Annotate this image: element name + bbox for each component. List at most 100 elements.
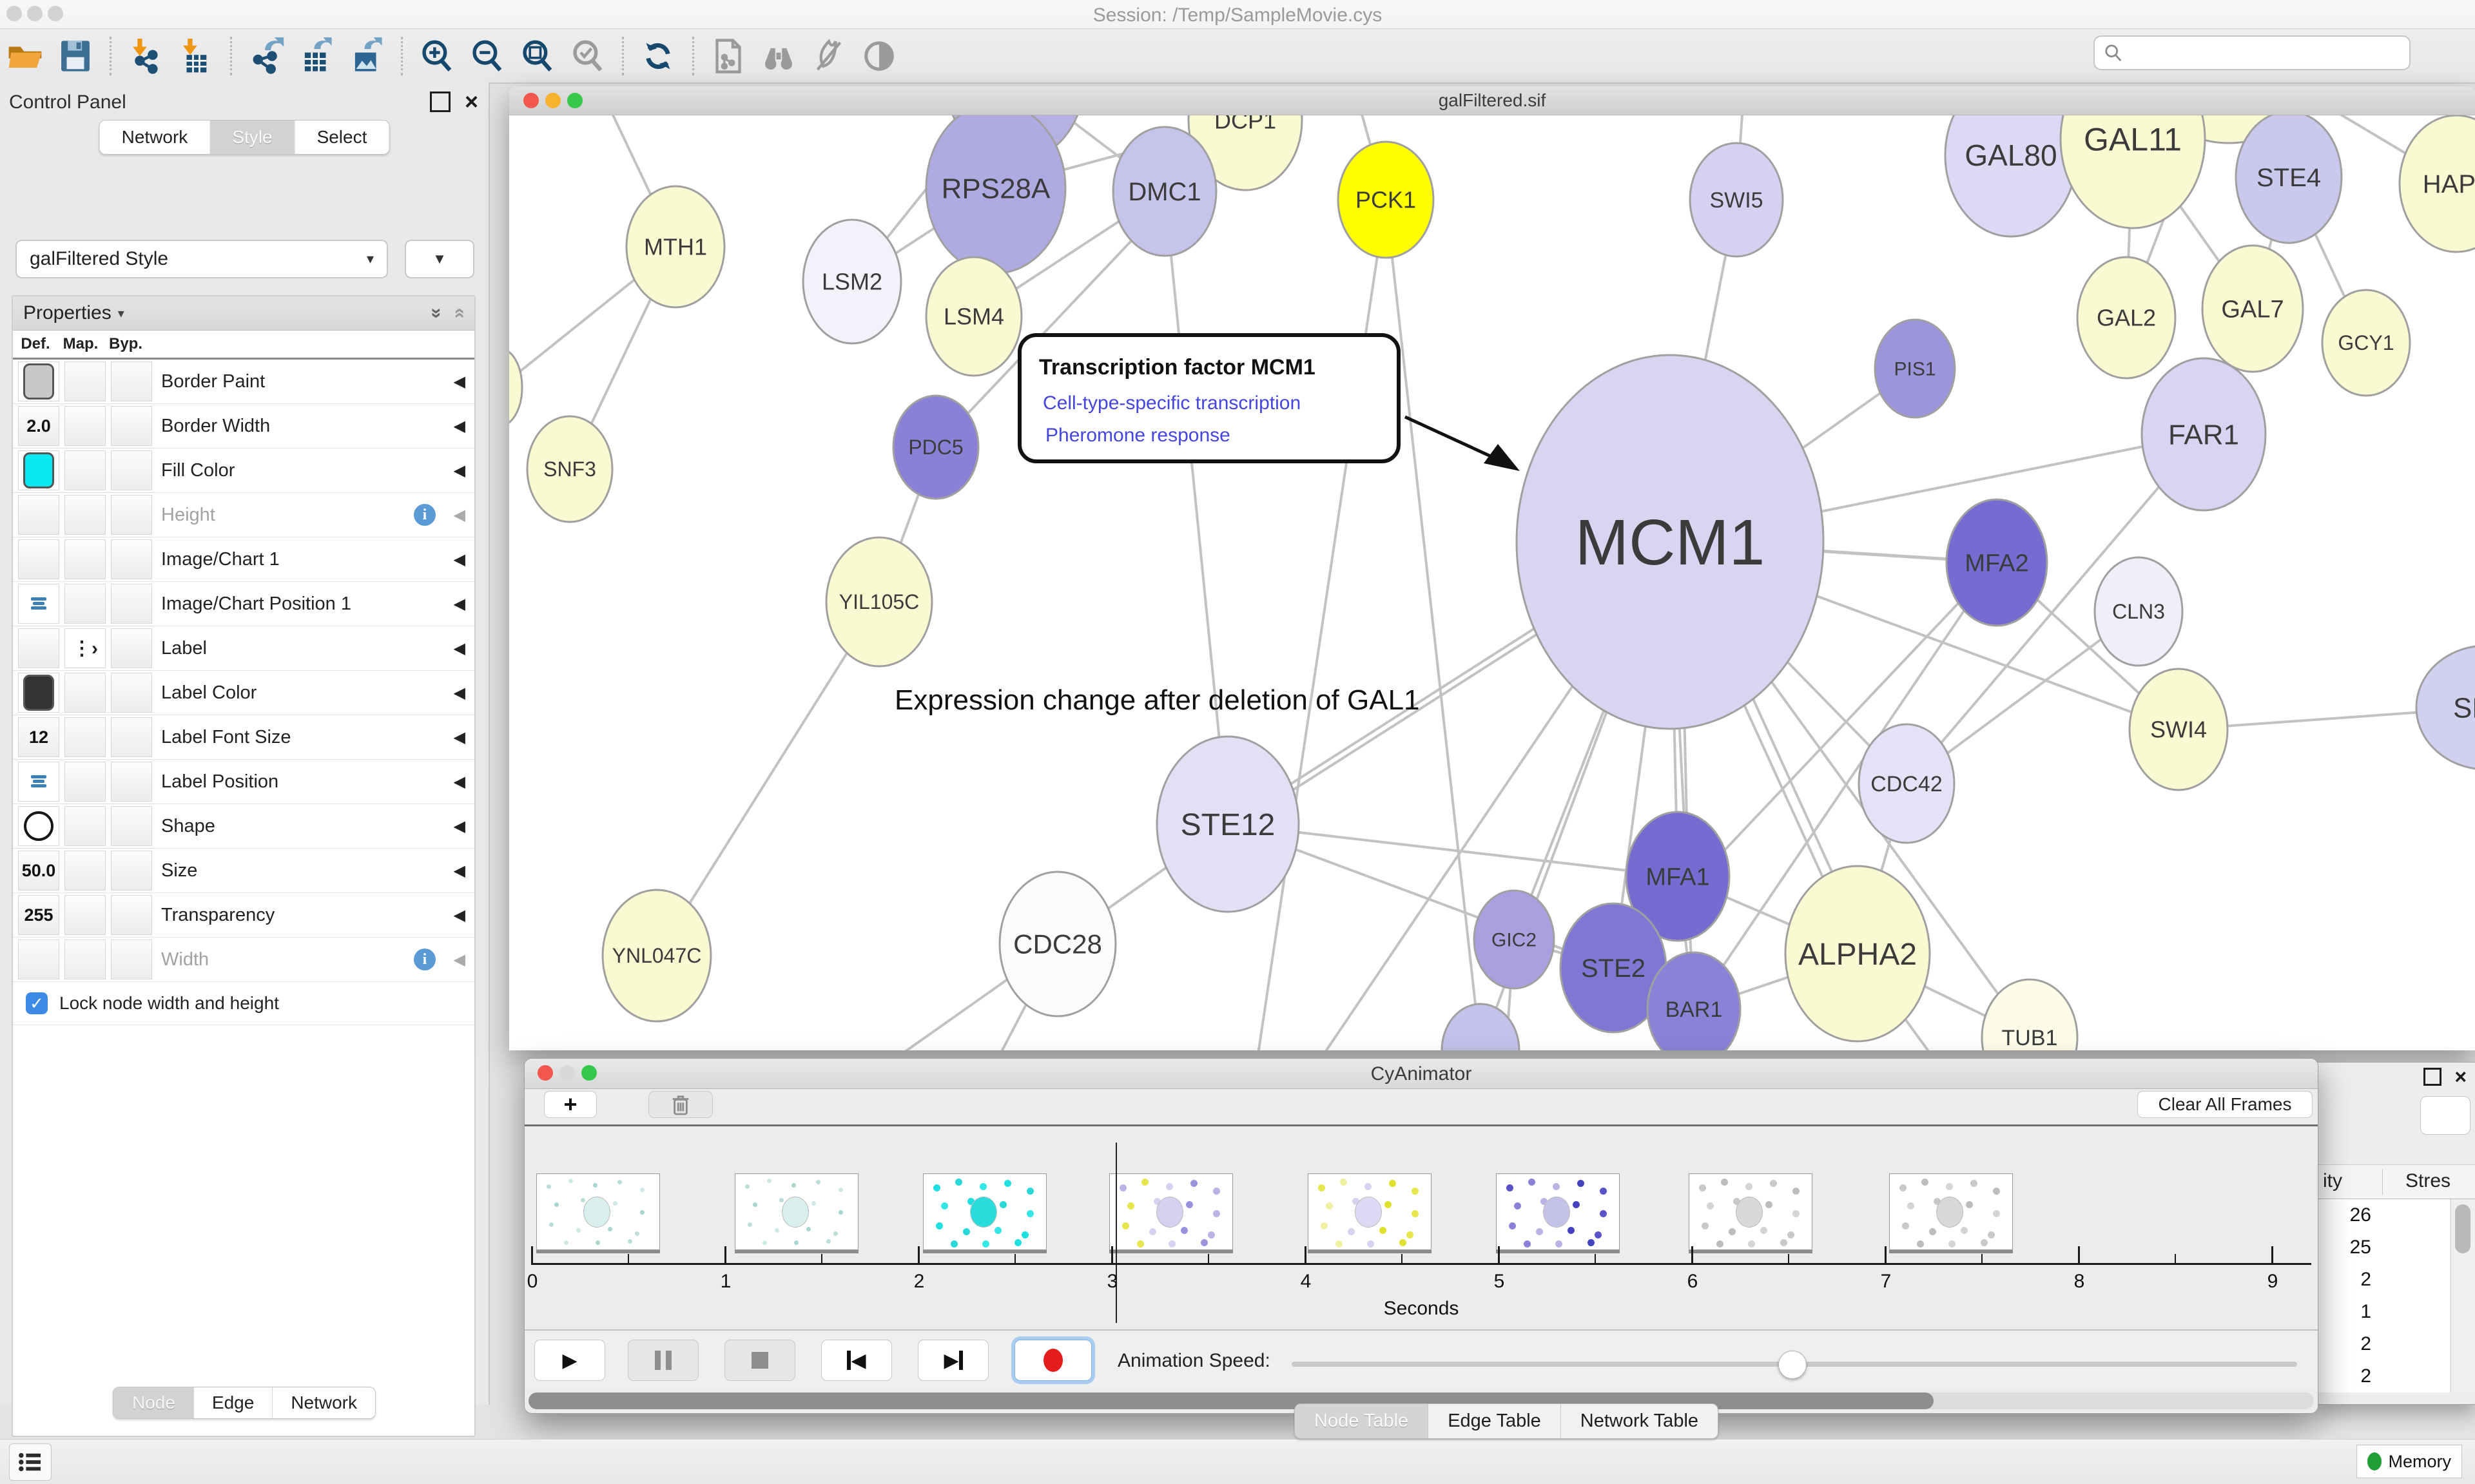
property-value-cell[interactable]: 50.0 [18, 851, 59, 891]
property-row[interactable]: Image/Chart Position 1◀ [13, 582, 474, 626]
expand-row-icon[interactable]: ◀ [454, 417, 465, 436]
lock-checkbox[interactable]: ✓ [26, 992, 48, 1014]
collapse-all-icon[interactable]: » [448, 308, 470, 319]
frame-thumbnail-0[interactable] [536, 1173, 660, 1250]
show-graphics-icon[interactable] [858, 35, 900, 77]
expand-all-icon[interactable]: » [425, 308, 447, 319]
info-icon[interactable]: i [414, 504, 436, 526]
cyanimator-titlebar[interactable]: CyAnimator [525, 1059, 2318, 1089]
property-value-cell[interactable] [18, 584, 59, 624]
open-folder-icon[interactable] [4, 35, 46, 77]
property-value-cell[interactable] [18, 450, 59, 490]
export-network-icon[interactable] [245, 35, 287, 77]
frame-thumbnail-5[interactable] [1496, 1173, 1620, 1250]
export-table-icon[interactable] [295, 35, 338, 77]
play-button[interactable]: ▶ [534, 1340, 605, 1381]
zoom-selected-icon[interactable] [567, 35, 609, 77]
property-row[interactable]: Label Color◀ [13, 671, 474, 715]
delete-frame-button[interactable] [648, 1091, 713, 1118]
tab-select[interactable]: Select [295, 120, 389, 154]
property-value-cell[interactable] [64, 895, 106, 935]
stop-button[interactable] [724, 1340, 795, 1381]
save-icon[interactable] [54, 35, 97, 77]
table-row[interactable]: 1 [2318, 1296, 2450, 1328]
search-input[interactable] [2123, 42, 2400, 64]
frame-thumbnail-6[interactable] [1689, 1173, 1812, 1250]
column-divider[interactable] [2382, 1169, 2383, 1195]
scrollbar-thumb[interactable] [529, 1392, 1934, 1409]
property-value-cell[interactable] [111, 895, 152, 935]
expand-row-icon[interactable]: ◀ [454, 728, 465, 747]
property-value-cell[interactable] [111, 450, 152, 490]
table-vertical-scrollbar[interactable] [2451, 1199, 2475, 1392]
property-value-cell[interactable] [64, 851, 106, 891]
add-frame-button[interactable]: + [544, 1091, 597, 1118]
edge[interactable] [1386, 200, 1480, 1050]
tab-node-table[interactable]: Node Table [1295, 1404, 1428, 1438]
network-window-titlebar[interactable]: galFiltered.sif [509, 86, 2475, 115]
record-button[interactable] [1014, 1340, 1092, 1381]
network-canvas[interactable]: RPS28BDCP1RPS28ADMC1PCK1SWI5GAL80GAL11ST… [509, 115, 2475, 1050]
property-value-cell[interactable] [111, 717, 152, 757]
tab-network-style[interactable]: Network [272, 1387, 375, 1418]
property-value-cell[interactable] [18, 940, 59, 979]
property-value-cell[interactable] [18, 495, 59, 535]
node-LC[interactable] [509, 349, 522, 426]
property-value-cell[interactable] [111, 495, 152, 535]
property-value-cell[interactable] [111, 673, 152, 713]
tab-style[interactable]: Style [209, 120, 294, 154]
column-centrality[interactable]: ity [2323, 1170, 2342, 1192]
binoculars-icon[interactable] [757, 35, 800, 77]
property-value-cell[interactable] [64, 450, 106, 490]
property-row[interactable]: Image/Chart 1◀ [13, 537, 474, 582]
property-row[interactable]: Label Position◀ [13, 760, 474, 804]
property-value-cell[interactable] [18, 762, 59, 802]
property-row[interactable]: Heighti◀ [13, 493, 474, 537]
table-row[interactable]: 26 [2318, 1199, 2450, 1231]
zoom-out-icon[interactable] [466, 35, 509, 77]
property-row[interactable]: Border Paint◀ [13, 360, 474, 404]
table-row[interactable]: 2 [2318, 1360, 2450, 1392]
float-panel-icon[interactable] [430, 92, 451, 112]
property-value-cell[interactable] [64, 762, 106, 802]
timeline[interactable]: 0123456789 Seconds [525, 1126, 2318, 1327]
table-row[interactable]: 2 [2318, 1328, 2450, 1360]
expand-row-icon[interactable]: ◀ [454, 506, 465, 525]
expand-row-icon[interactable]: ◀ [454, 461, 465, 480]
expand-row-icon[interactable]: ◀ [454, 639, 465, 658]
expand-row-icon[interactable]: ◀ [454, 773, 465, 791]
property-row[interactable]: Widthi◀ [13, 938, 474, 982]
frame-thumbnail-4[interactable] [1308, 1173, 1432, 1250]
expand-row-icon[interactable]: ◀ [454, 817, 465, 836]
table-toolbar-field[interactable] [2420, 1096, 2470, 1135]
property-value-cell[interactable]: 255 [18, 895, 59, 935]
property-value-cell[interactable] [111, 406, 152, 446]
hide-details-icon[interactable] [808, 35, 850, 77]
clear-all-frames-button[interactable]: Clear All Frames [2137, 1091, 2313, 1118]
property-value-cell[interactable]: 2.0 [18, 406, 59, 446]
expand-row-icon[interactable]: ◀ [454, 950, 465, 969]
property-value-cell[interactable] [64, 361, 106, 401]
playhead[interactable] [1116, 1142, 1117, 1323]
tab-network-table[interactable]: Network Table [1560, 1404, 1718, 1438]
property-value-cell[interactable] [18, 539, 59, 579]
frame-thumbnail-7[interactable] [1889, 1173, 2013, 1250]
search-field[interactable] [2093, 35, 2411, 70]
table-row[interactable]: 25 [2318, 1231, 2450, 1264]
property-value-cell[interactable] [64, 673, 106, 713]
property-value-cell[interactable]: 12 [18, 717, 59, 757]
property-value-cell[interactable] [18, 806, 59, 846]
property-row[interactable]: 12Label Font Size◀ [13, 715, 474, 760]
chevron-down-icon[interactable]: ▾ [118, 305, 124, 322]
property-value-cell[interactable] [64, 806, 106, 846]
scrollbar-thumb[interactable] [2455, 1204, 2470, 1253]
import-network-icon[interactable] [124, 35, 167, 77]
frame-thumbnail-1[interactable] [735, 1173, 859, 1250]
property-value-cell[interactable] [111, 806, 152, 846]
previous-frame-button[interactable]: ◀ [821, 1340, 892, 1381]
property-value-cell[interactable] [18, 361, 59, 401]
edge[interactable] [1165, 191, 1228, 824]
property-row[interactable]: 255Transparency◀ [13, 893, 474, 938]
property-value-cell[interactable] [111, 762, 152, 802]
expand-row-icon[interactable]: ◀ [454, 684, 465, 702]
